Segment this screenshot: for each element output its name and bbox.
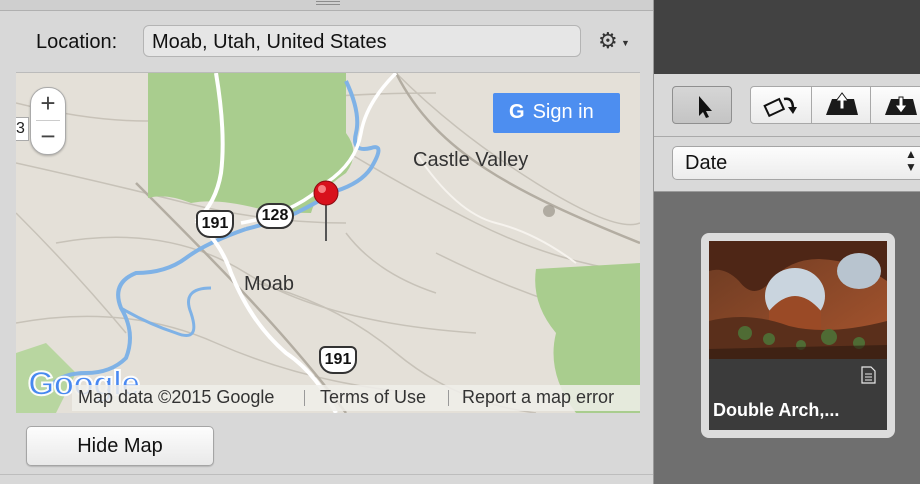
zoom-out-icon [885,96,917,115]
sign-in-label: Sign in [532,101,594,123]
location-field[interactable]: Moab, Utah, United States [143,25,581,57]
panel-divider [0,474,653,475]
thumbnail-caption: Double Arch,... [709,390,887,430]
report-error-link[interactable]: Report a map error [462,387,614,408]
hide-map-button[interactable]: Hide Map [26,426,214,466]
zoom-in-button[interactable]: + [31,88,65,120]
export-tool-button[interactable] [870,86,920,124]
panel-splitter[interactable] [0,0,653,11]
zoom-control: + − [30,87,66,155]
rotate-icon [763,97,797,118]
import-tool-button[interactable] [811,86,871,124]
route-shield-128: 128 [256,203,294,229]
zoom-in-icon [826,92,858,115]
terms-link[interactable]: Terms of Use [320,387,426,408]
map-view[interactable]: + − 3 G Sign in Castle Valley Moab 191 12… [16,72,640,413]
photo-image[interactable] [709,241,887,359]
attribution-divider [448,390,449,406]
route-shield-191-north: 191 [196,210,234,238]
map-attribution: Map data ©2015 Google Terms of Use Repor… [72,385,640,411]
attribution-divider [304,390,305,406]
location-label: Location: [36,31,118,53]
chevron-down-icon[interactable]: ▼ [621,38,630,48]
rotate-tool-button[interactable] [750,86,812,124]
dark-header-area [654,0,920,74]
zoom-out-button[interactable]: − [31,121,65,153]
sign-in-button[interactable]: G Sign in [493,93,620,133]
photo-arch-image [709,241,887,359]
place-moab: Moab [244,273,295,295]
place-castle-valley: Castle Valley [413,149,529,171]
pointer-tool-button[interactable] [672,86,732,124]
map-data-text: Map data ©2015 Google [78,387,275,407]
select-arrows-icon[interactable]: ▲ ▼ [905,148,917,174]
edge-route-marker: 3 [16,117,29,141]
grip-icon[interactable] [316,1,340,5]
sort-select[interactable]: Date [672,146,920,180]
google-g-icon: G [509,101,525,123]
gear-icon[interactable]: ⚙ [598,28,618,54]
pointer-icon [699,96,712,118]
file-badge-icon [861,366,876,384]
route-shield-191-south: 191 [319,346,357,374]
